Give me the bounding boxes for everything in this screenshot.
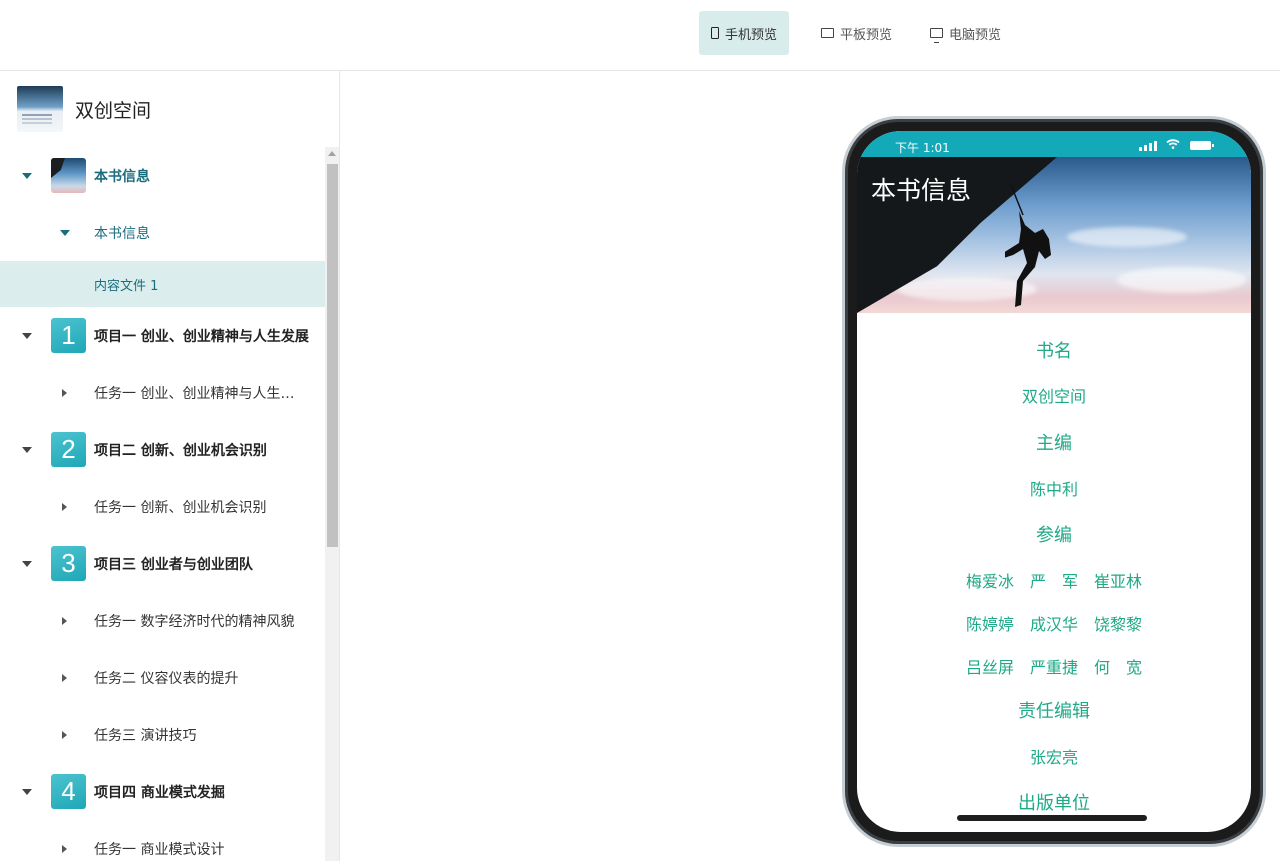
caret-down-icon[interactable] <box>60 229 70 236</box>
contributors-label: 参编 <box>1036 525 1072 546</box>
status-time: 下午 1:01 <box>895 141 950 155</box>
tree-item-chapter-3[interactable]: 3 项目三 创业者与创业团队 <box>0 535 325 592</box>
sidebar-scrollbar[interactable] <box>325 147 339 861</box>
tree-item-label: 任务一 创新、创业机会识别 <box>94 499 267 516</box>
preview-toolbar: 手机预览 平板预览 电脑预览 <box>0 0 1280 71</box>
caret-down-icon[interactable] <box>22 560 32 567</box>
caret-right-icon[interactable] <box>62 388 67 397</box>
tree-item-book-info[interactable]: 本书信息 <box>0 147 325 204</box>
scrollbar-thumb[interactable] <box>327 164 338 547</box>
tree-item-label: 项目四 商业模式发掘 <box>94 784 225 801</box>
desktop-preview-label: 电脑预览 <box>949 27 1002 43</box>
tree-item-chapter-2[interactable]: 2 项目二 创新、创业机会识别 <box>0 421 325 478</box>
responsible-editor-label: 责任编辑 <box>1018 701 1090 722</box>
desktop-preview-button[interactable]: 电脑预览 <box>918 11 1013 55</box>
book-name-label: 书名 <box>1036 341 1072 362</box>
book-info-thumbnail <box>51 158 86 193</box>
desktop-icon <box>930 28 943 43</box>
tree-item-label: 任务一 商业模式设计 <box>94 841 225 858</box>
phone-preview-button[interactable]: 手机预览 <box>699 11 790 55</box>
signal-icon <box>1139 141 1157 151</box>
tree-subitem-task[interactable]: 任务二 仪容仪表的提升 <box>0 649 325 706</box>
caret-right-icon[interactable] <box>62 844 67 853</box>
chapter-number-badge: 4 <box>51 774 86 809</box>
tablet-preview-button[interactable]: 平板预览 <box>809 11 904 55</box>
home-indicator <box>957 815 1147 821</box>
caret-down-icon[interactable] <box>22 172 32 179</box>
responsible-editor-value: 张宏亮 <box>1029 748 1078 767</box>
tablet-icon <box>821 28 834 38</box>
wifi-icon <box>1166 139 1180 149</box>
tree-subitem-task[interactable]: 任务三 演讲技巧 <box>0 706 325 763</box>
tree-item-label: 项目三 创业者与创业团队 <box>94 556 253 573</box>
editor-value: 陈中利 <box>1029 480 1078 499</box>
tree-item-label: 项目二 创新、创业机会识别 <box>94 442 267 459</box>
caret-right-icon[interactable] <box>62 730 67 739</box>
tree-item-chapter-1[interactable]: 1 项目一 创业、创业精神与人生发展 <box>0 307 325 364</box>
banner-title: 本书信息 <box>871 176 972 205</box>
tree-item-label: 项目一 创业、创业精神与人生发展 <box>94 328 309 345</box>
phone-screen: 下午 1:01 本书信息 书名 双创空间 主编 陈中利 参编 梅爱冰 严 军 崔… <box>857 131 1251 832</box>
caret-right-icon[interactable] <box>62 616 67 625</box>
editor-label: 主编 <box>1036 433 1072 454</box>
contributors-line: 吕丝屏 严重捷 何 宽 <box>965 658 1142 677</box>
publisher-label: 出版单位 <box>1018 793 1090 814</box>
book-header[interactable]: 双创空间 <box>17 86 151 132</box>
tree-item-label: 本书信息 <box>94 168 150 185</box>
tree-subitem-task[interactable]: 任务一 创业、创业精神与人生发展 <box>0 364 325 421</box>
chapter-number-badge: 1 <box>51 318 86 353</box>
tablet-preview-label: 平板预览 <box>840 27 893 43</box>
phone-icon <box>711 27 719 39</box>
tree-item-content-file[interactable]: 内容文件 1 <box>0 261 325 307</box>
caret-right-icon[interactable] <box>62 673 67 682</box>
book-cover-image <box>17 86 63 132</box>
caret-down-icon[interactable] <box>22 788 32 795</box>
contributors-line: 陈婷婷 成汉华 饶黎黎 <box>965 615 1142 634</box>
tree-item-label: 任务一 数字经济时代的精神风貌 <box>94 613 295 630</box>
tree-item-label: 任务二 仪容仪表的提升 <box>94 670 239 687</box>
climber-silhouette <box>1005 185 1051 307</box>
chapter-number-badge: 3 <box>51 546 86 581</box>
tree-item-label: 本书信息 <box>94 225 150 242</box>
caret-right-icon[interactable] <box>62 502 67 511</box>
scroll-up-arrow-icon[interactable] <box>328 151 336 156</box>
tree-subitem-task[interactable]: 任务一 商业模式设计 <box>0 820 325 861</box>
sidebar: 双创空间 本书信息 本书信息 内容文件 1 1 项目一 创业、创业精神与人生发展… <box>0 71 340 861</box>
tree-subitem-book-info[interactable]: 本书信息 <box>0 204 325 261</box>
tree-item-label: 内容文件 1 <box>94 278 159 294</box>
status-bar: 下午 1:01 <box>857 131 1251 157</box>
tree-item-label: 任务一 创业、创业精神与人生发展 <box>94 385 304 402</box>
book-name-value: 双创空间 <box>1021 387 1086 406</box>
contributors-line: 梅爱冰 严 军 崔亚林 <box>965 572 1142 591</box>
banner-image: 本书信息 <box>857 157 1251 313</box>
chapter-tree: 本书信息 本书信息 内容文件 1 1 项目一 创业、创业精神与人生发展 任务一 … <box>0 147 325 861</box>
tree-item-chapter-4[interactable]: 4 项目四 商业模式发掘 <box>0 763 325 820</box>
phone-frame: 下午 1:01 本书信息 书名 双创空间 主编 陈中利 参编 梅爱冰 严 军 崔… <box>842 116 1266 847</box>
battery-icon <box>1190 141 1214 150</box>
tree-item-label: 任务三 演讲技巧 <box>94 727 197 744</box>
phone-preview-label: 手机预览 <box>725 27 778 43</box>
tree-subitem-task[interactable]: 任务一 数字经济时代的精神风貌 <box>0 592 325 649</box>
chapter-number-badge: 2 <box>51 432 86 467</box>
caret-down-icon[interactable] <box>22 446 32 453</box>
book-title: 双创空间 <box>75 99 152 122</box>
caret-down-icon[interactable] <box>22 332 32 339</box>
tree-subitem-task[interactable]: 任务一 创新、创业机会识别 <box>0 478 325 535</box>
